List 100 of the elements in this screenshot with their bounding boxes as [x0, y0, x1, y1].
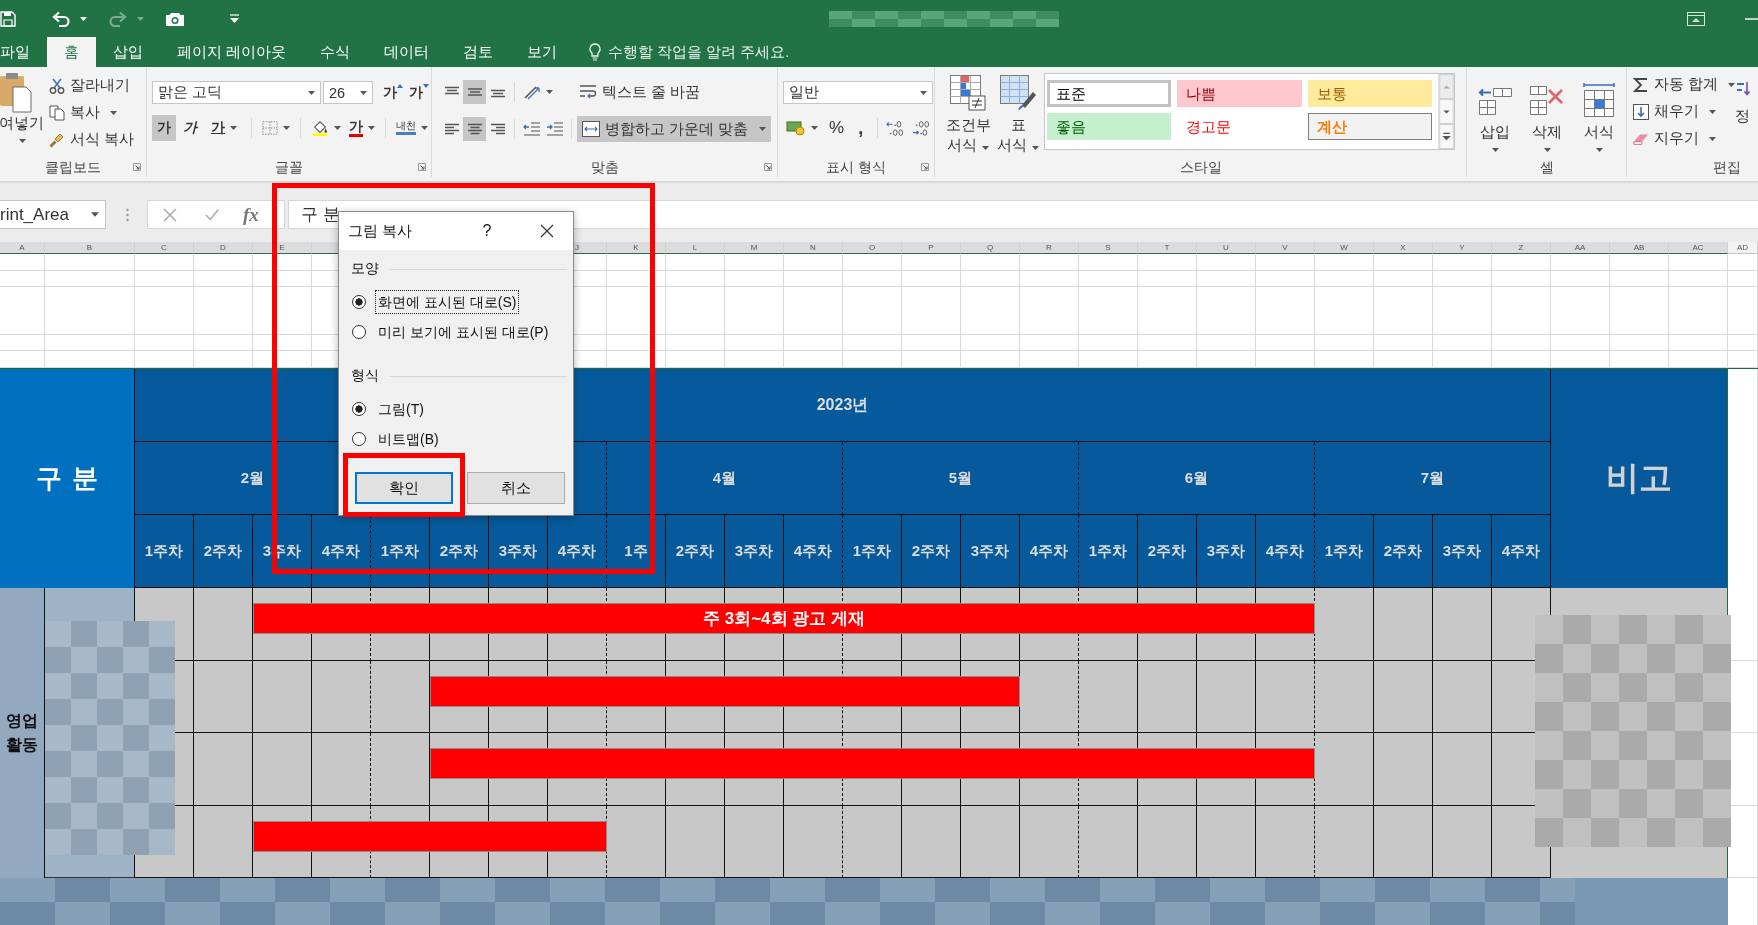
- undo-icon[interactable]: [52, 10, 70, 27]
- caret-icon[interactable]: [1728, 82, 1736, 87]
- caret-icon[interactable]: [1709, 136, 1716, 141]
- currency-icon[interactable]: [786, 120, 806, 136]
- conditional-format-button[interactable]: 조건부 서식: [942, 73, 994, 155]
- column-header[interactable]: E: [253, 242, 312, 254]
- caret-icon[interactable]: [759, 127, 767, 131]
- ribbon-tab[interactable]: 페이지 레이아웃: [160, 37, 304, 67]
- caret-up-icon[interactable]: [397, 83, 403, 88]
- column-header[interactable]: V: [1256, 242, 1315, 254]
- format-cells-icon[interactable]: [1581, 81, 1617, 118]
- ribbon-tab[interactable]: 삽입: [96, 37, 160, 67]
- decimal-increase-icon[interactable]: [886, 119, 905, 137]
- table-format-button[interactable]: 표 서식: [996, 73, 1040, 155]
- column-header[interactable]: AB: [1610, 242, 1669, 254]
- column-header[interactable]: M: [725, 242, 784, 254]
- check-icon[interactable]: [205, 207, 219, 222]
- radio-button[interactable]: [352, 325, 366, 339]
- align-middle-icon[interactable]: [466, 86, 483, 98]
- column-header[interactable]: S: [1079, 242, 1138, 254]
- paint-bucket-icon[interactable]: [311, 119, 329, 136]
- radio-label[interactable]: 미리 보기에 표시된 대로(P): [376, 321, 551, 343]
- cell-style-item[interactable]: 경고문: [1177, 113, 1302, 140]
- caret-icon[interactable]: [1595, 147, 1603, 152]
- dialog-launcher-icon[interactable]: [418, 163, 426, 171]
- column-header[interactable]: AD: [1728, 242, 1758, 254]
- paste-button[interactable]: 여넣기: [0, 71, 44, 157]
- copy-icon[interactable]: [49, 104, 65, 121]
- minimize-icon[interactable]: [1745, 17, 1758, 20]
- cell-style-item[interactable]: 보통: [1307, 80, 1432, 107]
- name-box[interactable]: rint_Area: [0, 200, 106, 229]
- column-header[interactable]: N: [784, 242, 843, 254]
- more-icon[interactable]: [1439, 124, 1454, 149]
- caret-icon[interactable]: [230, 125, 237, 130]
- merge-center-button[interactable]: 병합하고 가운데 맞춤: [577, 116, 772, 142]
- column-header[interactable]: X: [1374, 242, 1433, 254]
- comma-button[interactable]: ,: [852, 115, 870, 141]
- decimal-decrease-icon[interactable]: [911, 119, 930, 137]
- underline-button[interactable]: 가: [204, 114, 244, 141]
- ribbon-tab[interactable]: 수식: [303, 37, 368, 67]
- caret-icon[interactable]: [80, 16, 87, 21]
- ribbon-tab[interactable]: 파일: [0, 37, 47, 67]
- insert-function-button[interactable]: fx: [243, 203, 259, 226]
- column-header[interactable]: B: [45, 242, 135, 254]
- radio-button[interactable]: [352, 432, 366, 446]
- merge-cells-icon[interactable]: [582, 121, 600, 137]
- caret-icon[interactable]: [1491, 147, 1499, 152]
- caret-icon[interactable]: [334, 125, 341, 130]
- align-left-icon[interactable]: [443, 123, 460, 135]
- caret-icon[interactable]: [308, 90, 315, 95]
- sort-button[interactable]: 정: [1735, 71, 1751, 157]
- caret-icon[interactable]: [110, 110, 117, 115]
- align-button[interactable]: [463, 117, 486, 141]
- font-color-button[interactable]: 가: [346, 114, 378, 141]
- text-angle-icon[interactable]: [523, 84, 541, 100]
- dialog-launcher-icon[interactable]: [921, 163, 929, 171]
- italic-button[interactable]: 가: [178, 114, 202, 141]
- insert-cells-button[interactable]: 삽입: [1470, 74, 1520, 157]
- ribbon-tab[interactable]: 검토: [446, 37, 511, 67]
- caret-icon[interactable]: [423, 83, 429, 88]
- align-center-icon[interactable]: [466, 123, 483, 135]
- caret-icon[interactable]: [1709, 109, 1716, 114]
- tell-me-field[interactable]: 수행할 작업을 알려 주세요.: [588, 37, 790, 67]
- column-header[interactable]: AA: [1551, 242, 1610, 254]
- autosum-button[interactable]: 자동 합계: [1633, 71, 1736, 98]
- clear-button[interactable]: 지우기: [1633, 125, 1716, 152]
- column-header[interactable]: P: [902, 242, 961, 254]
- grow-font-button[interactable]: 가: [381, 79, 405, 106]
- radio-button[interactable]: [352, 402, 366, 416]
- format-cells-button[interactable]: 서식: [1574, 74, 1624, 157]
- close-icon[interactable]: [540, 224, 554, 238]
- font-size-field[interactable]: 26: [323, 81, 373, 104]
- column-header[interactable]: AC: [1669, 242, 1728, 254]
- more-dots-icon[interactable]: [126, 208, 129, 222]
- font-name-field[interactable]: 맑은 고딕: [152, 81, 321, 104]
- phonetic-button[interactable]: 내천: [393, 114, 431, 141]
- brush-icon[interactable]: [49, 131, 65, 148]
- sigma-icon[interactable]: [1633, 76, 1649, 93]
- delete-cells-button[interactable]: 삭제: [1522, 74, 1572, 157]
- scissors-icon[interactable]: [49, 77, 65, 94]
- cell-style-item[interactable]: 나쁨: [1177, 80, 1302, 107]
- shrink-font-button[interactable]: 가: [407, 79, 431, 106]
- command-button[interactable]: 잘라내기: [49, 72, 130, 99]
- caret-icon[interactable]: [920, 90, 927, 95]
- wrap-text-button[interactable]: 텍스트 줄 바꿈: [576, 79, 704, 105]
- command-button[interactable]: 서식 복사: [49, 126, 135, 153]
- radio-label[interactable]: 그림(T): [376, 398, 426, 420]
- percent-button[interactable]: %: [824, 115, 850, 141]
- conditional-format-icon[interactable]: [950, 75, 986, 111]
- fill-down-icon[interactable]: [1633, 103, 1649, 120]
- caret-icon[interactable]: [368, 125, 375, 130]
- column-header[interactable]: D: [194, 242, 253, 254]
- fill-button[interactable]: 채우기: [1633, 98, 1716, 125]
- caret-icon[interactable]: [283, 125, 290, 130]
- customize-icon[interactable]: [230, 14, 239, 23]
- align-button[interactable]: [463, 80, 486, 104]
- caret-icon[interactable]: [91, 212, 99, 217]
- column-header[interactable]: A: [0, 242, 45, 254]
- sort-icon[interactable]: [1735, 81, 1750, 97]
- cell-style-item[interactable]: 표준: [1047, 80, 1172, 107]
